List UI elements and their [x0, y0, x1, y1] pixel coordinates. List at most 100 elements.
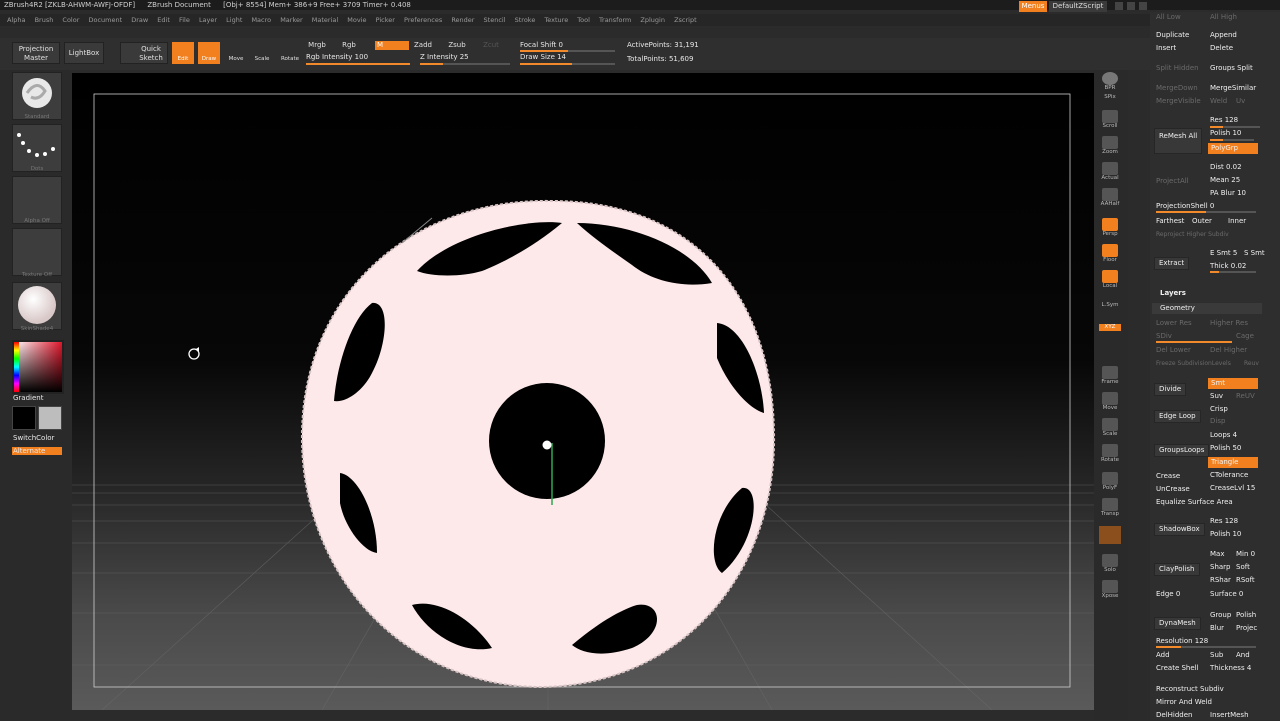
menu-item[interactable]: Edit — [157, 16, 170, 24]
color-field[interactable] — [14, 342, 62, 392]
higher-res-button[interactable]: Higher Res — [1210, 318, 1248, 329]
insert-button[interactable]: Insert — [1156, 43, 1176, 54]
menu-item[interactable]: Picker — [376, 16, 395, 24]
split-hidden-button[interactable]: Split Hidden — [1156, 63, 1199, 74]
zadd-button[interactable]: Zadd — [412, 41, 434, 50]
menu-item[interactable]: Material — [312, 16, 338, 24]
menu-item[interactable]: Macro — [251, 16, 271, 24]
wheel-mesh[interactable] — [300, 199, 776, 689]
menu-item[interactable]: File — [179, 16, 190, 24]
claypolish-button[interactable]: ClayPolish — [1154, 563, 1200, 576]
and-button[interactable]: And — [1236, 650, 1250, 661]
menu-item[interactable]: Draw — [131, 16, 148, 24]
material-thumbnail[interactable] — [12, 282, 62, 330]
triangle-toggle[interactable]: Triangle — [1208, 457, 1258, 468]
persp-button[interactable]: Persp — [1099, 218, 1121, 240]
menu-item[interactable]: Transform — [599, 16, 631, 24]
scale-mode-button[interactable]: Scale — [252, 42, 272, 64]
outer-button[interactable]: Outer — [1192, 216, 1212, 227]
menu-item[interactable]: Light — [226, 16, 242, 24]
lightbox-button[interactable]: LightBox — [64, 42, 104, 64]
delhidden-button[interactable]: DelHidden — [1156, 710, 1192, 721]
weld-button[interactable]: Weld — [1210, 96, 1227, 107]
projection-shell-slider[interactable] — [1156, 211, 1256, 213]
dynamesh-button[interactable]: DynaMesh — [1154, 617, 1201, 630]
stroke-thumbnail[interactable] — [12, 124, 62, 172]
hue-strip[interactable] — [14, 342, 19, 392]
farthest-button[interactable]: Farthest — [1156, 216, 1184, 227]
layers-section-header[interactable]: Layers — [1160, 288, 1186, 299]
project-all-button[interactable]: ProjectAll — [1156, 176, 1189, 187]
reproject-higher-subdiv-button[interactable]: Reproject Higher Subdiv — [1156, 229, 1229, 240]
spix-button[interactable]: SPix — [1099, 94, 1121, 106]
all-low-button[interactable]: All Low — [1156, 12, 1181, 23]
transp-button[interactable]: Transp — [1099, 498, 1121, 520]
rotate-view-button[interactable]: Rotate — [1099, 444, 1121, 466]
menu-item[interactable]: Brush — [35, 16, 54, 24]
zcut-button[interactable]: Zcut — [480, 41, 502, 50]
minimize-icon[interactable] — [1127, 2, 1135, 10]
merge-similar-button[interactable]: MergeSimilar — [1210, 83, 1256, 94]
zsub-button[interactable]: Zsub — [446, 41, 468, 50]
edge-loop-button[interactable]: Edge Loop — [1154, 410, 1201, 423]
divide-button[interactable]: Divide — [1154, 383, 1187, 396]
gizmo-pivot[interactable] — [542, 440, 552, 450]
alternate-button[interactable]: Alternate — [12, 447, 62, 455]
main-color-swatch[interactable] — [12, 406, 36, 430]
insertmesh-button[interactable]: InsertMesh — [1210, 710, 1249, 721]
menu-item[interactable]: Zscript — [674, 16, 697, 24]
freeze-subdivision-button[interactable]: Freeze SubdivisionLevels — [1156, 358, 1231, 369]
floor-button[interactable]: Floor — [1099, 244, 1121, 266]
default-zscript-button[interactable]: DefaultZScript — [1049, 1, 1107, 12]
reuv2-toggle[interactable]: ReUV — [1236, 391, 1255, 402]
rgb-intensity-slider[interactable] — [306, 63, 410, 65]
dynamesh-polish-toggle[interactable]: Polish — [1236, 610, 1256, 621]
polyf-button[interactable]: PolyF — [1099, 472, 1121, 494]
color-picker[interactable] — [12, 340, 64, 394]
project-toggle[interactable]: Projec — [1236, 623, 1257, 634]
z-intensity-slider[interactable] — [420, 63, 510, 65]
thick-slider[interactable] — [1210, 271, 1256, 273]
all-high-button[interactable]: All High — [1210, 12, 1237, 23]
secondary-color-swatch[interactable] — [38, 406, 62, 430]
solo-button[interactable]: Solo — [1099, 554, 1121, 576]
canvas-viewport[interactable] — [72, 73, 1094, 710]
remesh-polish-slider[interactable] — [1210, 139, 1254, 141]
menu-item[interactable]: Alpha — [7, 16, 25, 24]
groups-split-button[interactable]: Groups Split — [1210, 63, 1253, 74]
del-higher-button[interactable]: Del Higher — [1210, 345, 1247, 356]
xpose-button[interactable]: Xpose — [1099, 580, 1121, 602]
texture-thumbnail[interactable] — [12, 228, 62, 276]
switchcolor-button[interactable]: SwitchColor — [13, 434, 54, 442]
sdiv-slider[interactable] — [1156, 341, 1232, 343]
actual-button[interactable]: Actual — [1099, 162, 1121, 184]
aahalf-button[interactable]: AAHalf — [1099, 188, 1121, 210]
menu-item[interactable]: Layer — [199, 16, 217, 24]
delete-button[interactable]: Delete — [1210, 43, 1233, 54]
help-icon[interactable] — [1115, 2, 1123, 10]
menu-item[interactable]: Preferences — [404, 16, 442, 24]
suv-toggle[interactable]: Suv — [1210, 391, 1223, 402]
crease-button[interactable]: Crease — [1156, 471, 1180, 482]
groups-loops-button[interactable]: GroupsLoops — [1154, 444, 1210, 457]
rgb-button[interactable]: Rgb — [340, 41, 358, 50]
inner-button[interactable]: Inner — [1228, 216, 1246, 227]
resolution-slider[interactable] — [1156, 646, 1256, 648]
alpha-thumbnail[interactable] — [12, 176, 62, 224]
rotate-mode-button[interactable]: Rotate — [278, 42, 302, 64]
uv-button[interactable]: Uv — [1236, 96, 1245, 107]
menu-item[interactable]: Tool — [577, 16, 590, 24]
scroll-button[interactable]: Scroll — [1099, 110, 1121, 132]
menu-item[interactable]: Zplugin — [640, 16, 665, 24]
ghost-button[interactable] — [1099, 526, 1121, 544]
equalize-surface-area-button[interactable]: Equalize Surface Area — [1156, 497, 1233, 508]
merge-visible-button[interactable]: MergeVisible — [1156, 96, 1201, 107]
uncrease-button[interactable]: UnCrease — [1156, 484, 1190, 495]
edit-mode-button[interactable]: Edit — [172, 42, 194, 64]
bpr-button[interactable]: BPR — [1099, 72, 1121, 94]
mirror-and-weld-button[interactable]: Mirror And Weld — [1156, 697, 1212, 708]
lower-res-button[interactable]: Lower Res — [1156, 318, 1192, 329]
cage-button[interactable]: Cage — [1236, 331, 1254, 342]
lsym-button[interactable]: L.Sym — [1099, 302, 1121, 324]
geometry-section-header[interactable]: Geometry — [1152, 303, 1262, 314]
